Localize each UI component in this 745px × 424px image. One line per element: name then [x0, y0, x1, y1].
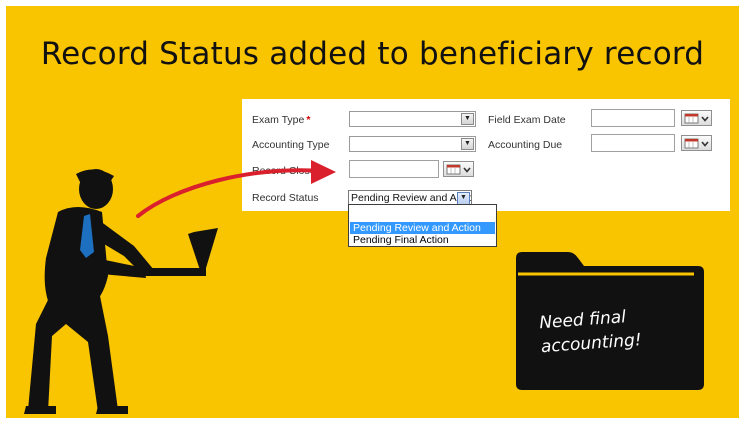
red-arrow — [136, 168, 326, 218]
arrow-head — [311, 160, 336, 184]
person-silhouette — [24, 169, 218, 414]
slide: Record Status added to beneficiary recor… — [6, 6, 739, 418]
